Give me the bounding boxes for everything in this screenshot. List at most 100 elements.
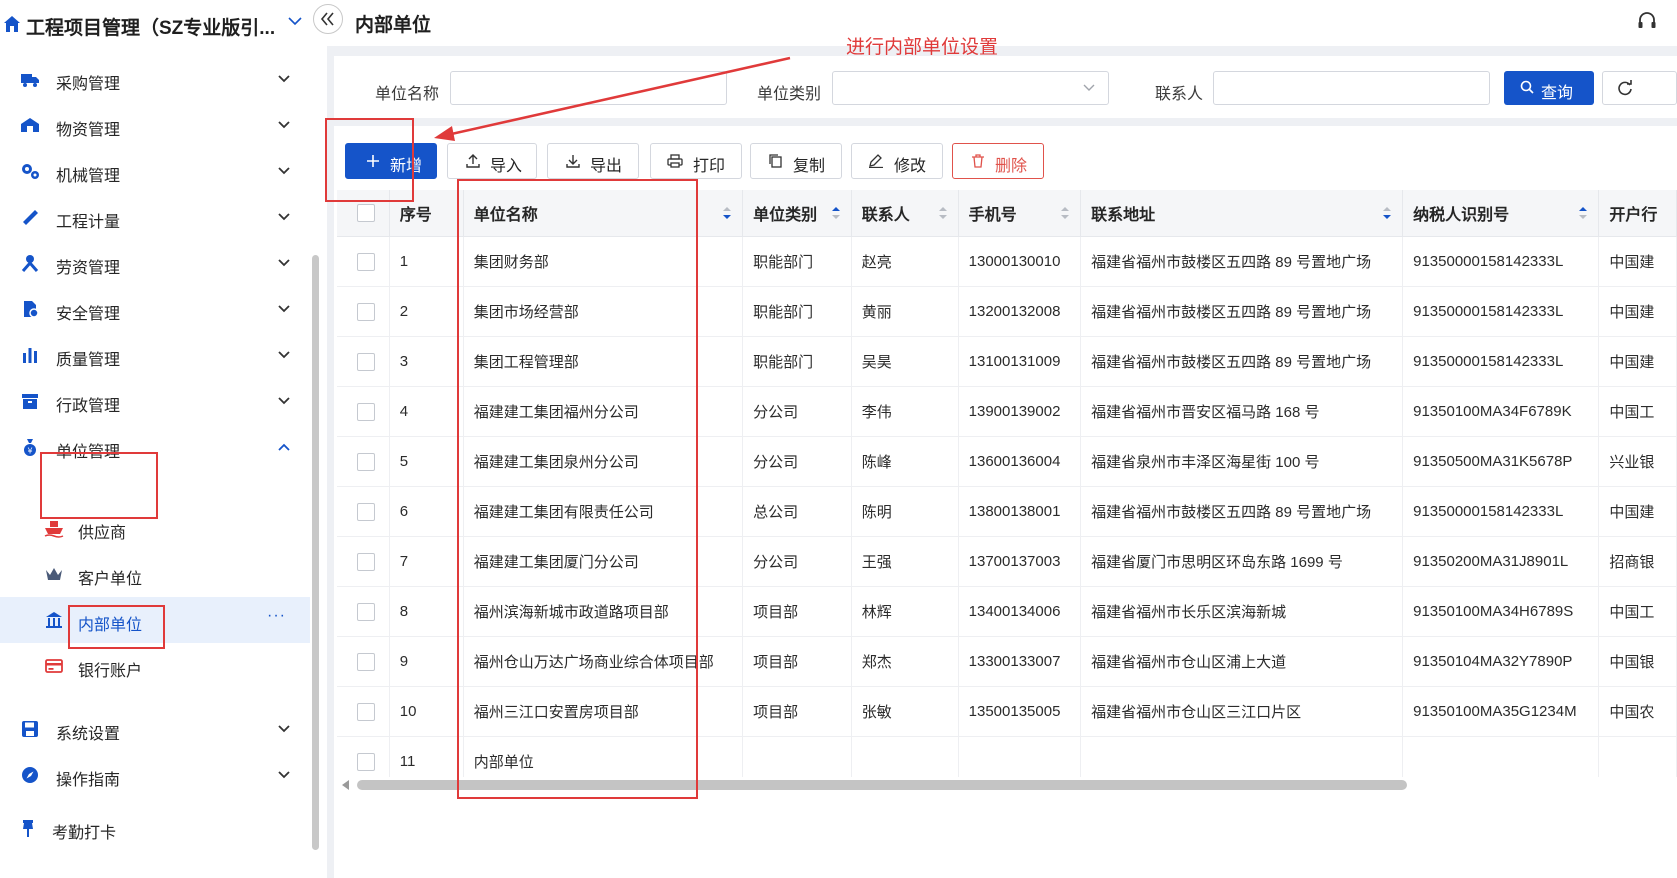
- cell-address: 福建省福州市晋安区福马路 168 号: [1080, 386, 1404, 437]
- row-checkbox-cell[interactable]: [337, 636, 390, 687]
- copy-button[interactable]: 复制: [750, 143, 842, 179]
- chevron-down-icon: [278, 397, 290, 405]
- printer-icon: [667, 154, 683, 168]
- sub-item-label: 客户单位: [78, 571, 143, 588]
- export-button[interactable]: 导出: [547, 143, 639, 179]
- chevron-up-icon: [278, 443, 290, 451]
- select-all-checkbox[interactable]: [357, 203, 375, 222]
- sort-icon[interactable]: [831, 205, 841, 221]
- unit-type-select[interactable]: [832, 71, 1109, 105]
- row-checkbox[interactable]: [357, 352, 375, 371]
- menu-item-system-settings[interactable]: 系统设置: [0, 706, 310, 752]
- menu-item-safety[interactable]: 安全管理: [0, 286, 310, 332]
- row-checkbox[interactable]: [357, 702, 375, 721]
- row-checkbox-cell[interactable]: [337, 736, 390, 777]
- cell-bank: 中国银: [1598, 636, 1677, 687]
- row-checkbox[interactable]: [357, 402, 375, 421]
- cell-contact: 陈峰: [851, 436, 959, 487]
- sidebar-scrollbar[interactable]: [312, 255, 319, 850]
- cell-bank: 中国农: [1598, 686, 1677, 737]
- app-title-bar[interactable]: 工程项目管理（SZ专业版引...: [0, 0, 307, 48]
- cell-tax-id: 91350200MA31J8901L: [1402, 536, 1600, 587]
- menu-item-guide[interactable]: 操作指南: [0, 752, 310, 798]
- row-checkbox[interactable]: [357, 652, 375, 671]
- menu-item-purchase[interactable]: 采购管理: [0, 56, 310, 102]
- row-checkbox[interactable]: [357, 502, 375, 521]
- import-label: 导入: [490, 158, 523, 175]
- query-button[interactable]: 查询: [1504, 71, 1594, 105]
- reset-button[interactable]: [1602, 71, 1677, 105]
- row-checkbox-cell[interactable]: [337, 336, 390, 387]
- row-checkbox-cell[interactable]: [337, 536, 390, 587]
- cell-phone: 13800138001: [958, 486, 1082, 537]
- print-label: 打印: [693, 158, 726, 175]
- cell-index: 9: [389, 636, 464, 687]
- ship-icon: [44, 521, 64, 538]
- cell-tax-id: 91350100MA34F6789K: [1402, 386, 1600, 437]
- sidebar-item-bank-accounts[interactable]: 银行账户: [0, 643, 310, 689]
- cell-address: 福建省福州市鼓楼区五四路 89 号置地广场: [1080, 286, 1404, 337]
- row-checkbox[interactable]: [357, 602, 375, 621]
- row-checkbox-cell[interactable]: [337, 286, 390, 337]
- print-button[interactable]: 打印: [650, 143, 742, 179]
- cell-bank: 中国工: [1598, 386, 1677, 437]
- cell-contact: 赵亮: [851, 236, 959, 287]
- row-checkbox-cell[interactable]: [337, 586, 390, 637]
- unit-name-input[interactable]: [450, 71, 727, 105]
- collapse-sidebar-button[interactable]: [313, 4, 343, 34]
- cell-address: 福建省福州市仓山区三江口片区: [1080, 686, 1404, 737]
- menu-item-measurement[interactable]: 工程计量: [0, 194, 310, 240]
- import-button[interactable]: 导入: [447, 143, 537, 179]
- row-checkbox[interactable]: [357, 252, 375, 271]
- chevron-down-icon: [278, 305, 290, 313]
- menu-item-quality[interactable]: 质量管理: [0, 332, 310, 378]
- row-checkbox-cell[interactable]: [337, 486, 390, 537]
- menu-item-machinery[interactable]: 机械管理: [0, 148, 310, 194]
- row-checkbox[interactable]: [357, 752, 375, 771]
- sub-item-label: 银行账户: [78, 663, 143, 680]
- cell-tax-id: 91350100MA34H6789S: [1402, 586, 1600, 637]
- cell-tax-id: 91350100MA35G1234M: [1402, 686, 1600, 737]
- chevron-down-icon: [278, 725, 290, 733]
- sidebar-item-customers[interactable]: 客户单位: [0, 551, 310, 597]
- row-checkbox[interactable]: [357, 302, 375, 321]
- delete-button[interactable]: 删除: [952, 143, 1044, 179]
- cell-bank: 招商银: [1598, 536, 1677, 587]
- menu-item-attendance[interactable]: 考勤打卡: [0, 808, 310, 854]
- edit-button[interactable]: 修改: [851, 143, 943, 179]
- row-checkbox-cell[interactable]: [337, 236, 390, 287]
- sort-icon[interactable]: [1382, 205, 1392, 221]
- cell-index: 11: [389, 736, 464, 777]
- row-checkbox-cell[interactable]: [337, 686, 390, 737]
- cell-bank: 中国建: [1598, 486, 1677, 537]
- column-header-phone[interactable]: 手机号: [958, 190, 1082, 237]
- column-header-address[interactable]: 联系地址: [1080, 190, 1404, 237]
- sub-item-label: 供应商: [78, 525, 127, 542]
- column-header-tax-id[interactable]: 纳税人识别号: [1402, 190, 1600, 237]
- column-header-unit-type[interactable]: 单位类别: [742, 190, 852, 237]
- cell-phone: 13700137003: [958, 536, 1082, 587]
- headset-icon[interactable]: [1636, 10, 1658, 32]
- sort-icon[interactable]: [1060, 205, 1070, 221]
- row-checkbox-cell[interactable]: [337, 436, 390, 487]
- row-checkbox[interactable]: [357, 452, 375, 471]
- contact-input[interactable]: [1213, 71, 1490, 105]
- row-checkbox[interactable]: [357, 552, 375, 571]
- menu-item-admin[interactable]: 行政管理: [0, 378, 310, 424]
- more-menu-icon[interactable]: ···: [267, 607, 286, 625]
- menu-item-labor[interactable]: 劳资管理: [0, 240, 310, 286]
- menu-item-materials[interactable]: 物资管理: [0, 102, 310, 148]
- chevron-down-icon: [278, 167, 290, 175]
- menu-label: 机械管理: [56, 168, 121, 185]
- sort-icon[interactable]: [722, 205, 732, 221]
- header-label: 联系地址: [1091, 207, 1156, 224]
- column-header-contact[interactable]: 联系人: [851, 190, 959, 237]
- scroll-left-arrow-icon[interactable]: [342, 780, 349, 790]
- chevron-down-icon: [1083, 84, 1095, 91]
- chevron-down-icon[interactable]: [287, 13, 303, 29]
- sort-icon[interactable]: [938, 205, 948, 221]
- cell-unit-type: 项目部: [742, 586, 852, 637]
- sort-icon[interactable]: [1578, 205, 1588, 221]
- cell-tax-id: 91350500MA31K5678P: [1402, 436, 1600, 487]
- row-checkbox-cell[interactable]: [337, 386, 390, 437]
